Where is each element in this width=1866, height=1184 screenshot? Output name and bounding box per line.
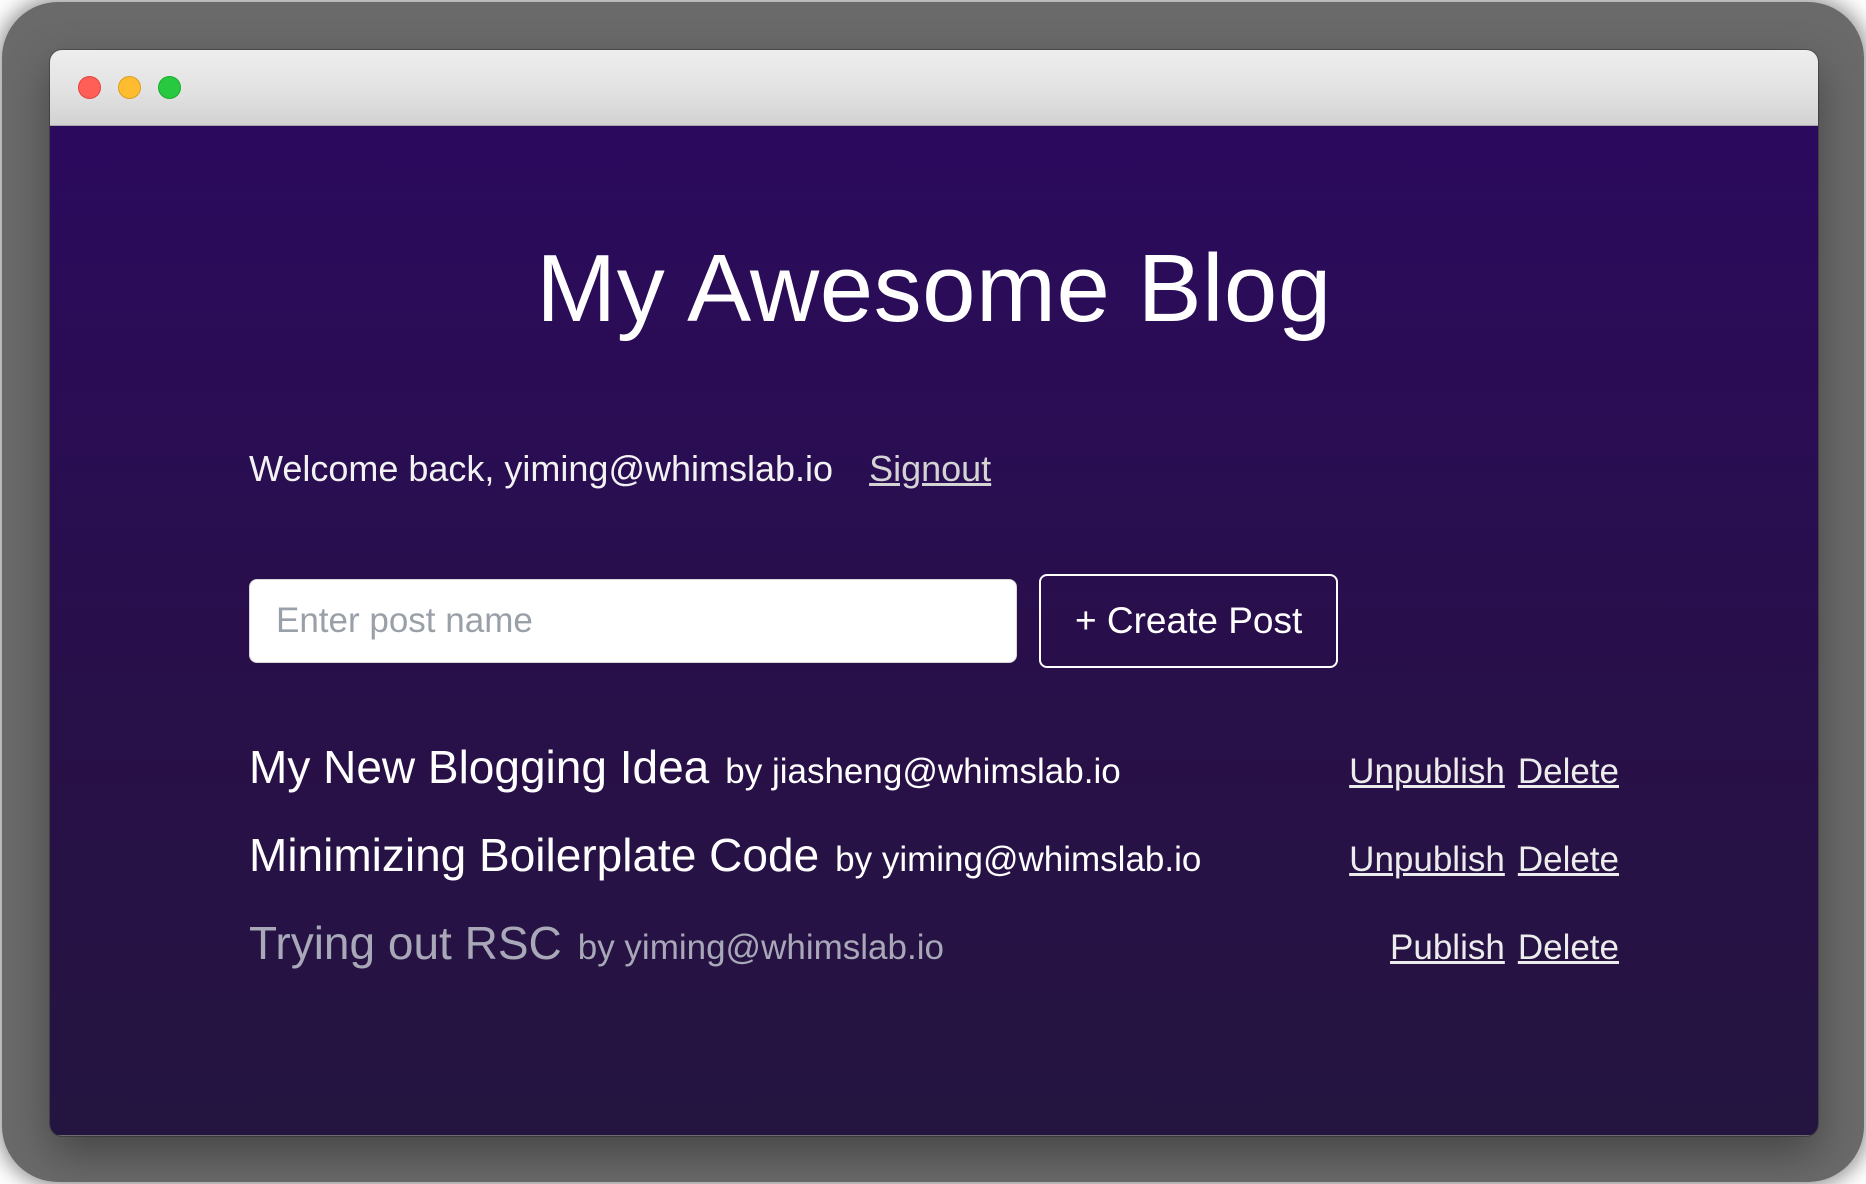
user-bar: Welcome back, yiming@whimslab.io Signout	[249, 448, 1619, 490]
app-window: My Awesome Blog Welcome back, yiming@whi…	[50, 50, 1818, 1136]
device-frame: My Awesome Blog Welcome back, yiming@whi…	[2, 2, 1864, 1182]
post-actions: Unpublish Delete	[1349, 840, 1619, 880]
post-title: Minimizing Boilerplate Code	[249, 828, 819, 882]
post-row: My New Blogging Idea by jiasheng@whimsla…	[249, 740, 1619, 794]
close-button[interactable]	[78, 76, 101, 99]
window-titlebar[interactable]	[50, 50, 1818, 126]
create-post-form: + Create Post	[249, 574, 1619, 668]
signout-link[interactable]: Signout	[869, 448, 991, 490]
post-title: My New Blogging Idea	[249, 740, 709, 794]
main-container: Welcome back, yiming@whimslab.io Signout…	[249, 448, 1619, 970]
post-row: Minimizing Boilerplate Code by yiming@wh…	[249, 828, 1619, 882]
page-title: My Awesome Blog	[50, 126, 1818, 344]
post-list: My New Blogging Idea by jiasheng@whimsla…	[249, 740, 1619, 970]
delete-link[interactable]: Delete	[1518, 928, 1619, 968]
post-title: Trying out RSC	[249, 916, 562, 970]
post-actions: Unpublish Delete	[1349, 752, 1619, 792]
welcome-message: Welcome back, yiming@whimslab.io	[249, 448, 833, 490]
create-post-button[interactable]: + Create Post	[1039, 574, 1338, 668]
post-row: Trying out RSC by yiming@whimslab.io Pub…	[249, 916, 1619, 970]
post-byline: by yiming@whimslab.io	[835, 840, 1201, 880]
post-name-input[interactable]	[249, 579, 1017, 663]
zoom-button[interactable]	[158, 76, 181, 99]
delete-link[interactable]: Delete	[1518, 840, 1619, 880]
delete-link[interactable]: Delete	[1518, 752, 1619, 792]
post-byline: by yiming@whimslab.io	[578, 928, 944, 968]
page-content: My Awesome Blog Welcome back, yiming@whi…	[50, 126, 1818, 1135]
unpublish-link[interactable]: Unpublish	[1349, 840, 1505, 880]
unpublish-link[interactable]: Unpublish	[1349, 752, 1505, 792]
post-actions: Publish Delete	[1390, 928, 1619, 968]
minimize-button[interactable]	[118, 76, 141, 99]
publish-link[interactable]: Publish	[1390, 928, 1505, 968]
traffic-lights	[78, 76, 181, 99]
post-byline: by jiasheng@whimslab.io	[725, 752, 1120, 792]
